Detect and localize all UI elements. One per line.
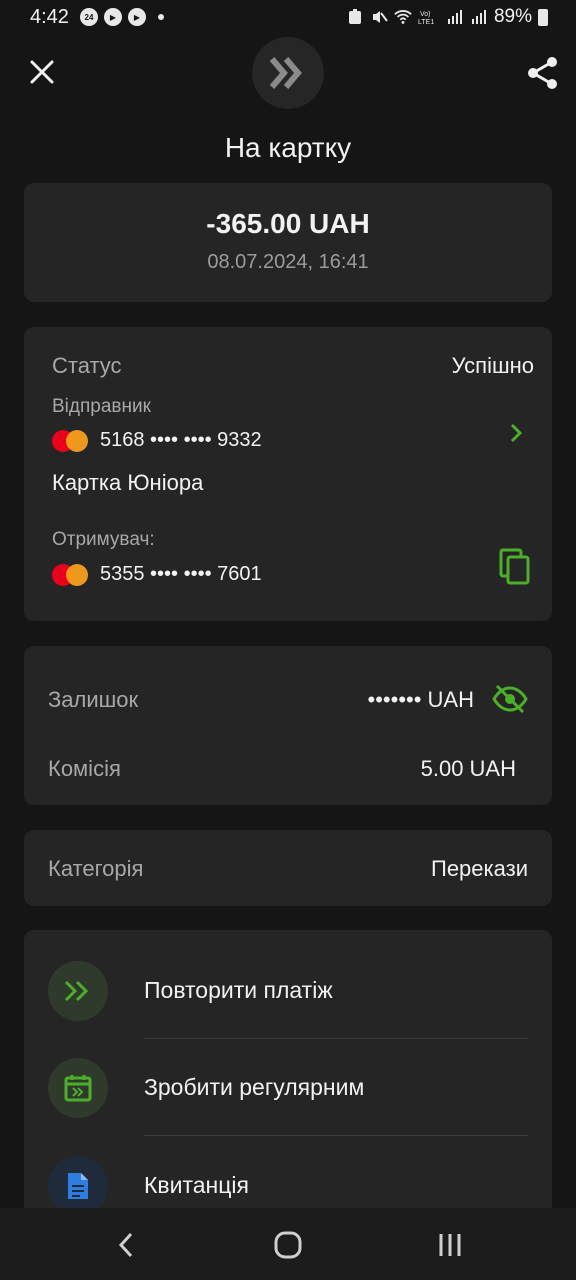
copy-button[interactable] (498, 548, 532, 586)
fee-value: 5.00 UAH (420, 756, 516, 781)
fee-label: Комісія (48, 756, 121, 781)
category-label: Категорія (48, 856, 144, 881)
battery-icon (538, 8, 548, 26)
back-icon (118, 1232, 133, 1258)
balance-value: ••••••• UAH (367, 687, 474, 712)
signal-icon (446, 8, 464, 26)
svg-text:LTE1: LTE1 (418, 19, 434, 25)
alarm-icon (346, 8, 364, 26)
amount-card (24, 183, 552, 302)
recipient-card-number: 5355 •••• •••• 7601 (100, 563, 262, 585)
home-button[interactable] (268, 1228, 308, 1262)
svg-text:Vo): Vo) (420, 11, 431, 18)
back-button[interactable] (106, 1228, 146, 1262)
home-icon (274, 1231, 302, 1259)
sender-card-number: 5168 •••• •••• 9332 (100, 429, 262, 451)
notification-icon-2: ▶ (128, 8, 146, 26)
app-logo (252, 37, 324, 109)
category-value: Перекази (431, 856, 528, 881)
chevron-right-icon (510, 423, 523, 443)
status-bar: 4:42 24 ▶ ▶ Vo) LTE1 89% (0, 0, 576, 36)
repeat-payment-label: Повторити платіж (144, 977, 333, 1003)
recent-apps-icon (439, 1234, 461, 1256)
page-title: На картку (224, 132, 352, 163)
recipient-label: Отримувач: (52, 529, 155, 550)
recent-apps-button[interactable] (430, 1228, 470, 1262)
status-label: Статус (52, 353, 122, 378)
battery-percent: 89% (493, 6, 532, 27)
sender-chevron-button[interactable] (506, 421, 528, 445)
status-value: Успішно (451, 353, 534, 378)
volte-icon: Vo) LTE1 (418, 8, 440, 26)
repeat-payment-icon (48, 961, 108, 1021)
status-time: 4:42 (30, 6, 69, 28)
share-button[interactable] (526, 56, 560, 90)
transaction-datetime: 08.07.2024, 16:41 (207, 251, 369, 273)
sender-card[interactable]: 5168 •••• •••• 9332 (52, 429, 262, 452)
sender-label: Відправник (52, 396, 151, 417)
wifi-icon (394, 8, 412, 26)
toggle-balance-visibility-button[interactable] (492, 683, 528, 715)
mute-icon (370, 8, 388, 26)
mastercard-icon (52, 563, 88, 586)
make-recurring-label: Зробити регулярним (144, 1074, 365, 1100)
sender-card-name: Картка Юніора (52, 470, 204, 495)
notification-24-icon: 24 (80, 8, 98, 26)
recipient-card: 5355 •••• •••• 7601 (52, 563, 262, 586)
close-icon (30, 60, 54, 84)
close-button[interactable] (28, 58, 56, 86)
copy-icon (499, 548, 530, 585)
repeat-payment-button[interactable]: Повторити платіж (24, 941, 552, 1039)
signal-icon-2 (470, 8, 488, 26)
receipt-label: Квитанція (144, 1172, 249, 1198)
calendar-icon (48, 1058, 108, 1118)
transaction-amount: -365.00 UAH (206, 208, 370, 239)
share-icon (528, 57, 557, 89)
make-recurring-button[interactable]: Зробити регулярним (24, 1038, 552, 1136)
system-nav-bar (0, 1208, 576, 1280)
receipt-icon (48, 1156, 108, 1216)
eye-off-icon (492, 684, 528, 714)
notification-icon: ▶ (104, 8, 122, 26)
balance-label: Залишок (48, 687, 139, 712)
mastercard-icon (52, 429, 88, 452)
double-chevron-logo-icon (269, 57, 302, 89)
more-notifications-icon (158, 14, 164, 20)
